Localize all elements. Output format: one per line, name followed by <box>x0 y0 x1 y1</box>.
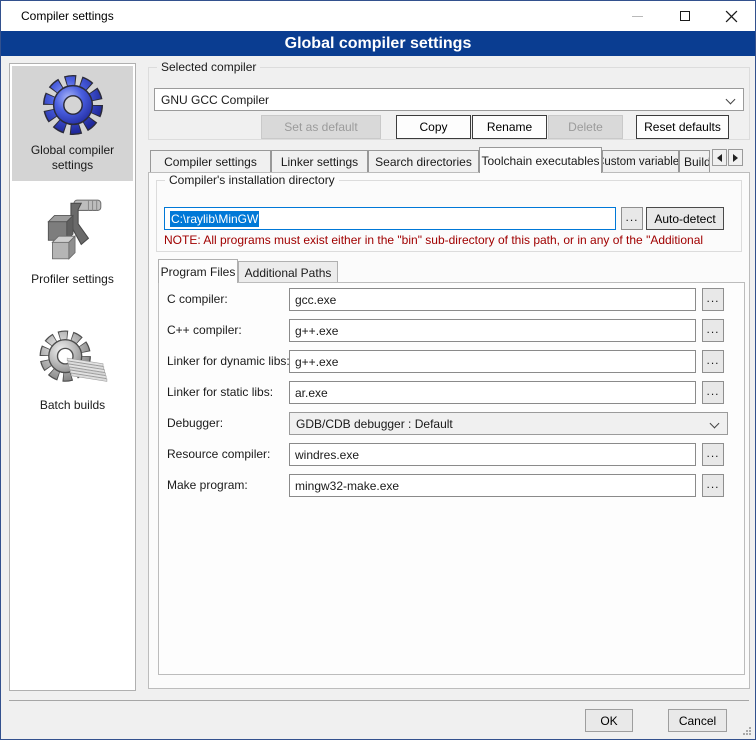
cpp-compiler-browse-button[interactable]: ... <box>702 319 724 342</box>
maximize-button[interactable] <box>661 1 708 31</box>
subtab-additional-paths[interactable]: Additional Paths <box>238 261 338 283</box>
cancel-button[interactable]: Cancel <box>668 709 727 732</box>
tab-custom-variables[interactable]: Custom variables <box>602 150 679 173</box>
sidebar-item-global-compiler-settings[interactable]: Global compiler settings <box>12 66 133 181</box>
sidebar-item-profiler-settings[interactable]: Profiler settings <box>12 187 133 295</box>
chevron-down-icon <box>726 95 736 105</box>
delete-button[interactable]: Delete <box>548 115 623 139</box>
make-program-input[interactable]: mingw32-make.exe <box>289 474 696 497</box>
sidebar-item-label: Profiler settings <box>18 272 128 295</box>
reset-defaults-button[interactable]: Reset defaults <box>636 115 729 139</box>
arrow-left-icon <box>717 154 722 162</box>
c-compiler-input[interactable]: gcc.exe <box>289 288 696 311</box>
subtab-program-files[interactable]: Program Files <box>158 259 238 283</box>
selected-compiler-value: GNU GCC Compiler <box>161 93 269 107</box>
tab-search-directories[interactable]: Search directories <box>368 150 479 173</box>
resize-grip[interactable] <box>742 726 752 736</box>
arrow-right-icon <box>733 154 738 162</box>
compiler-gear-icon <box>42 74 104 139</box>
debugger-combobox[interactable]: GDB/CDB debugger : Default <box>289 412 728 435</box>
dialog-banner: Global compiler settings <box>1 31 755 56</box>
sidebar-item-batch-builds[interactable]: Batch builds <box>12 321 133 421</box>
settings-sidebar: Global compiler settings <box>9 63 136 691</box>
tab-scroll-right-button[interactable] <box>728 149 743 166</box>
tab-build-options[interactable]: Build <box>679 150 710 173</box>
selected-compiler-combobox[interactable]: GNU GCC Compiler <box>154 88 744 111</box>
make-program-browse-button[interactable]: ... <box>702 474 724 497</box>
field-label: Make program: <box>167 478 248 492</box>
minimize-icon <box>632 16 643 17</box>
sidebar-item-label: Batch builds <box>18 398 128 421</box>
profiler-caliper-icon <box>40 195 106 268</box>
chevron-down-icon <box>710 419 720 429</box>
field-label: C compiler: <box>167 292 228 306</box>
field-label: Debugger: <box>167 416 223 430</box>
c-compiler-browse-button[interactable]: ... <box>702 288 724 311</box>
minimize-button[interactable] <box>614 1 661 31</box>
compiler-settings-dialog: Compiler settings Global compiler settin… <box>0 0 756 740</box>
footer-separator <box>9 700 749 701</box>
c-compiler-value: gcc.exe <box>295 293 336 307</box>
window-controls <box>614 1 755 31</box>
copy-button[interactable]: Copy <box>396 115 471 139</box>
debugger-value: GDB/CDB debugger : Default <box>296 417 453 431</box>
title-bar[interactable]: Compiler settings <box>1 1 755 31</box>
set-as-default-button[interactable]: Set as default <box>261 115 381 139</box>
install-directory-value: C:\raylib\MinGW <box>170 211 259 227</box>
make-program-value: mingw32-make.exe <box>295 479 399 493</box>
install-directory-browse-button[interactable]: ... <box>621 207 643 230</box>
install-directory-legend: Compiler's installation directory <box>165 173 339 187</box>
field-label: Linker for dynamic libs: <box>167 354 290 368</box>
dynamic-linker-value: g++.exe <box>295 355 338 369</box>
dynamic-linker-browse-button[interactable]: ... <box>702 350 724 373</box>
static-linker-value: ar.exe <box>295 386 328 400</box>
tab-toolchain-executables[interactable]: Toolchain executables <box>479 147 602 173</box>
static-linker-input[interactable]: ar.exe <box>289 381 696 404</box>
install-directory-input[interactable]: C:\raylib\MinGW <box>164 207 616 230</box>
selected-compiler-legend: Selected compiler <box>157 60 260 74</box>
resource-compiler-input[interactable]: windres.exe <box>289 443 696 466</box>
static-linker-browse-button[interactable]: ... <box>702 381 724 404</box>
batch-builds-icon <box>38 329 108 394</box>
ok-button[interactable]: OK <box>585 709 633 732</box>
auto-detect-button[interactable]: Auto-detect <box>646 207 724 230</box>
tab-compiler-settings[interactable]: Compiler settings <box>150 150 271 173</box>
cpp-compiler-value: g++.exe <box>295 324 338 338</box>
dynamic-linker-input[interactable]: g++.exe <box>289 350 696 373</box>
tab-scroll-left-button[interactable] <box>712 149 727 166</box>
close-button[interactable] <box>708 1 755 31</box>
cpp-compiler-input[interactable]: g++.exe <box>289 319 696 342</box>
window-title: Compiler settings <box>21 9 114 23</box>
close-icon <box>725 10 738 23</box>
field-label: C++ compiler: <box>167 323 242 337</box>
field-label: Linker for static libs: <box>167 385 273 399</box>
resource-compiler-browse-button[interactable]: ... <box>702 443 724 466</box>
install-directory-note: NOTE: All programs must exist either in … <box>164 233 742 247</box>
sidebar-item-label: Global compiler settings <box>18 143 128 181</box>
maximize-icon <box>680 11 690 21</box>
resource-compiler-value: windres.exe <box>295 448 359 462</box>
rename-button[interactable]: Rename <box>472 115 547 139</box>
tab-linker-settings[interactable]: Linker settings <box>271 150 368 173</box>
field-label: Resource compiler: <box>167 447 270 461</box>
